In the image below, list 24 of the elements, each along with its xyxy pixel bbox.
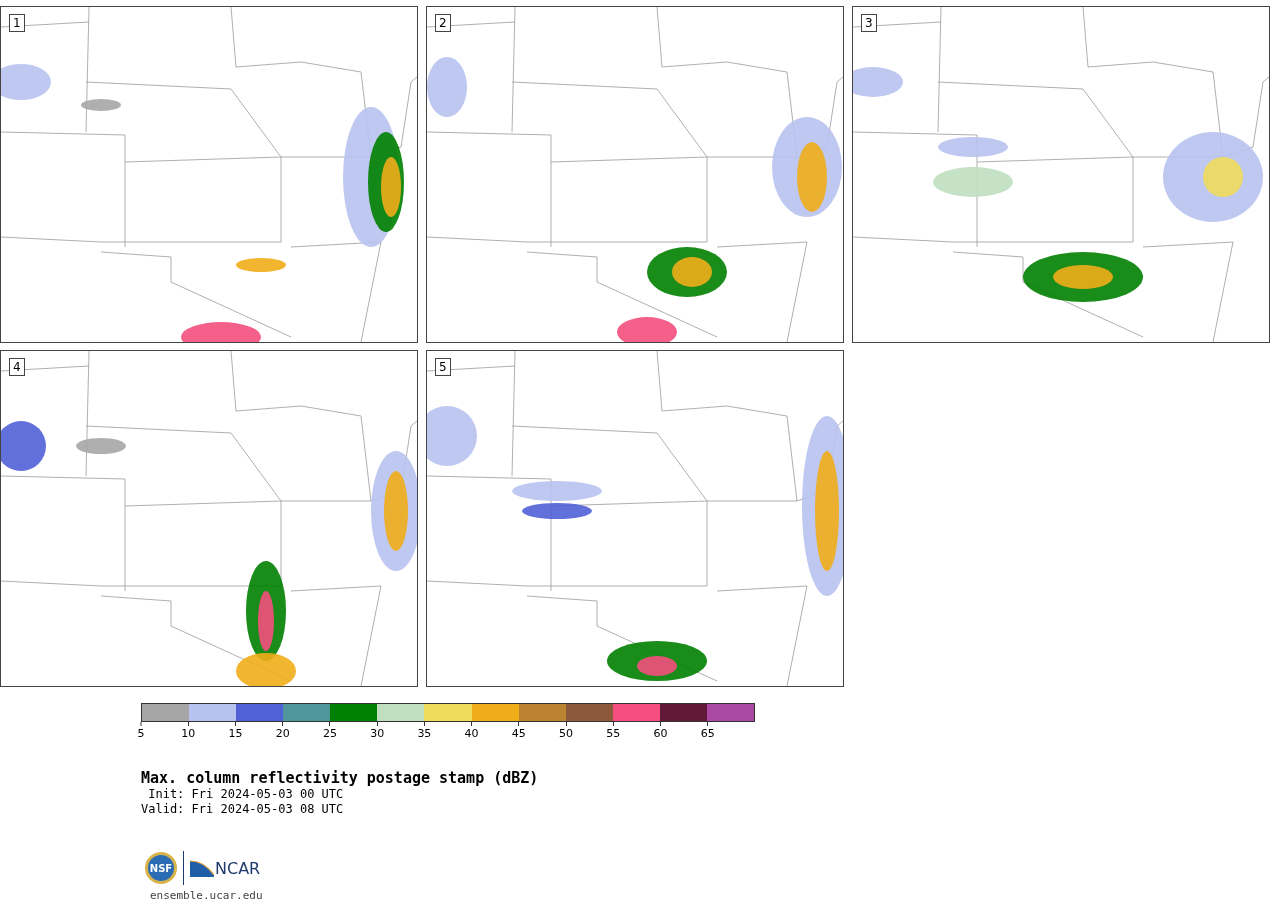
panel-number: 3	[861, 14, 877, 32]
scale-tick-label: 5	[137, 722, 145, 740]
panel-number: 2	[435, 14, 451, 32]
chart-title: Max. column reflectivity postage stamp (dBZ)	[141, 769, 540, 787]
scale-tick-label: 10	[181, 722, 196, 740]
panel-number: 5	[435, 358, 451, 376]
scale-tick-label: 50	[559, 722, 574, 740]
website-url: ensemble.ucar.edu	[150, 889, 264, 901]
scale-tick-label: 65	[700, 722, 715, 740]
scale-tick-label: 45	[511, 722, 526, 740]
scale-tick-label: 35	[417, 722, 432, 740]
scale-tick-label: 15	[228, 722, 243, 740]
nsf-logo: NSF	[145, 852, 177, 884]
scale-tick-label: 30	[370, 722, 385, 740]
scale-tick-label: 20	[275, 722, 290, 740]
init-time: Init: Fri 2024-05-03 00 UTC	[147, 787, 345, 802]
scale-tick-label: 40	[464, 722, 479, 740]
panel-number: 4	[9, 358, 25, 376]
scale-tick-label: 60	[653, 722, 668, 740]
scale-tick-label: 25	[322, 722, 337, 740]
panel-number: 1	[9, 14, 25, 32]
ncar-logo: NCAR	[190, 858, 261, 878]
valid-time: Valid: Fri 2024-05-03 08 UTC	[141, 802, 345, 817]
scale-tick-label: 55	[606, 722, 621, 740]
